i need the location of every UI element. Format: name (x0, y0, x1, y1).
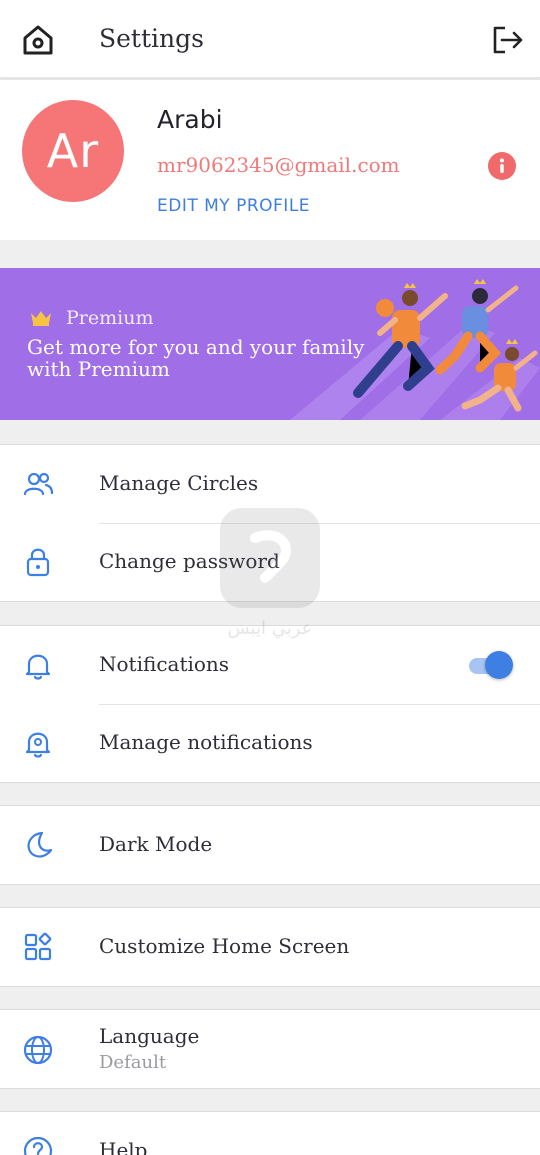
home-icon[interactable] (20, 22, 56, 58)
notifications-row[interactable]: Notifications (0, 626, 540, 704)
change-password-label: Change password (99, 549, 280, 573)
bell-settings-icon (25, 732, 51, 758)
notifications-toggle[interactable] (469, 651, 515, 679)
premium-illustration (290, 279, 540, 420)
notifications-label: Notifications (99, 652, 230, 676)
manage-circles-label: Manage Circles (99, 471, 259, 495)
language-value: Default (99, 1052, 167, 1073)
info-icon[interactable] (488, 152, 516, 180)
account-group: Manage Circles Change password (0, 444, 540, 602)
manage-notifications-row[interactable]: Manage notifications (0, 704, 540, 782)
page-title: Settings (99, 24, 204, 53)
logout-icon[interactable] (489, 22, 525, 58)
globe-icon (23, 1035, 53, 1065)
premium-label: Premium (66, 307, 154, 329)
help-label: Help (99, 1138, 148, 1155)
language-row[interactable]: Language Default (0, 1010, 540, 1088)
divider (99, 523, 540, 524)
dark-mode-row[interactable]: Dark Mode (0, 806, 540, 884)
bell-icon (25, 654, 51, 680)
profile-card: Ar Arabi mr9062345@gmail.com EDIT MY PRO… (0, 80, 540, 240)
widgets-icon (24, 932, 52, 961)
dark-mode-group: Dark Mode (0, 805, 540, 885)
premium-banner[interactable]: Premium Get more for you and your family… (0, 268, 540, 420)
manage-notifications-label: Manage notifications (99, 730, 313, 754)
avatar[interactable]: Ar (22, 100, 124, 202)
notifications-group: Notifications Manage notifications (0, 625, 540, 783)
lock-icon (26, 548, 50, 577)
language-group: Language Default (0, 1009, 540, 1089)
top-bar: Settings (0, 0, 540, 78)
help-group: Help (0, 1111, 540, 1155)
customize-home-label: Customize Home Screen (99, 934, 350, 958)
profile-name: Arabi (157, 105, 223, 134)
customize-home-row[interactable]: Customize Home Screen (0, 908, 540, 986)
avatar-initials: Ar (46, 124, 100, 178)
crown-icon (31, 311, 51, 326)
language-label: Language (99, 1024, 200, 1048)
divider (99, 704, 540, 705)
help-row[interactable]: Help (0, 1112, 540, 1155)
help-icon (23, 1136, 53, 1155)
manage-circles-row[interactable]: Manage Circles (0, 445, 540, 523)
profile-email: mr9062345@gmail.com (157, 153, 400, 177)
customize-group: Customize Home Screen (0, 907, 540, 987)
change-password-row[interactable]: Change password (0, 523, 540, 601)
toggle-knob (485, 651, 513, 679)
people-icon (23, 472, 54, 496)
dark-mode-label: Dark Mode (99, 832, 213, 856)
edit-profile-link[interactable]: EDIT MY PROFILE (157, 196, 310, 216)
moon-icon (27, 831, 53, 858)
